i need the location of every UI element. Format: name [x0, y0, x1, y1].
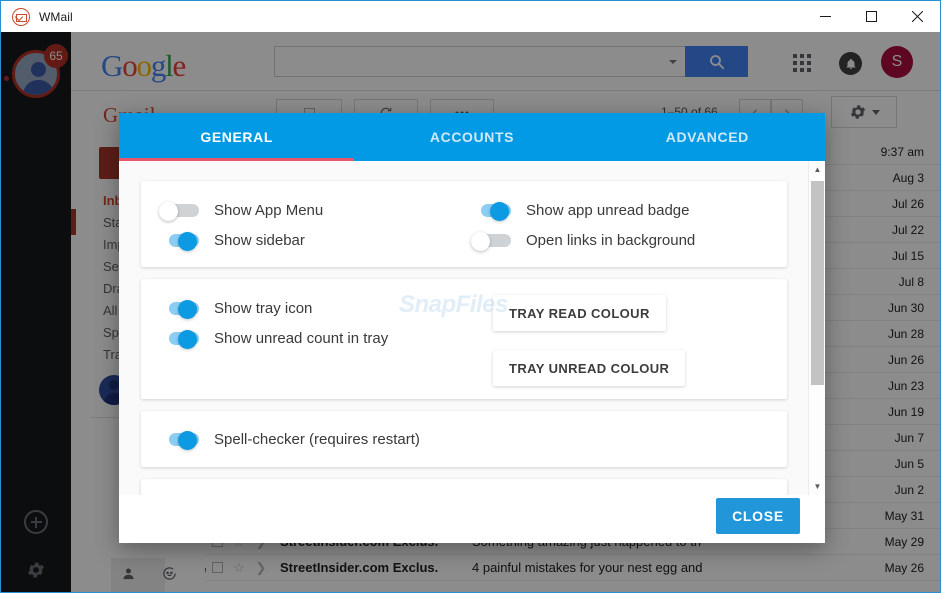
toggle-spell-checker[interactable]: [159, 430, 200, 450]
search-button[interactable]: [685, 46, 748, 77]
wmail-window: WMail 65 Google S 1–50 of 66 Sent All 9:…: [0, 0, 941, 593]
add-account-icon[interactable]: [24, 510, 48, 534]
message-date: May 31: [884, 508, 924, 523]
option-label: Show unread count in tray: [214, 329, 389, 347]
user-avatar[interactable]: S: [881, 46, 913, 78]
message-subject: 4 painful mistakes for your nest egg and: [472, 560, 703, 575]
unread-badge: 65: [44, 44, 68, 68]
notification-bell-icon[interactable]: [839, 52, 862, 75]
logo-letter: o: [122, 48, 138, 83]
chevron-down-icon[interactable]: [669, 60, 677, 64]
message-date: Jun 7: [894, 430, 924, 445]
maximize-button[interactable]: [848, 1, 894, 32]
toggle-show-unread-count-in-tray[interactable]: [159, 329, 200, 349]
message-date: Jun 23: [887, 378, 924, 393]
logo-letter: G: [101, 48, 123, 83]
minimize-button[interactable]: [802, 1, 848, 32]
avatar-body: [23, 80, 54, 95]
message-date: May 29: [884, 534, 924, 549]
logo-letter: l: [165, 48, 174, 83]
close-settings-button[interactable]: CLOSE: [716, 498, 800, 534]
settings-group-notifications: Show new mail notifications: [141, 479, 787, 495]
message-date: Jul 8: [898, 274, 924, 289]
chevron-down-icon[interactable]: [871, 109, 880, 115]
sidebar-indicator-dot: [4, 76, 9, 81]
apps-grid-icon[interactable]: [793, 54, 811, 72]
option-open-links-in-background[interactable]: Open links in background: [471, 225, 695, 255]
star-icon[interactable]: ☆: [228, 560, 250, 576]
message-sender: StreetInsider.com Exclus.: [280, 560, 439, 575]
avatar-head: [31, 62, 46, 77]
window-title: WMail: [39, 9, 73, 24]
gmail-header: Google S: [71, 32, 940, 91]
message-date: Jun 28: [887, 326, 924, 341]
message-date: Jun 19: [887, 404, 924, 419]
option-show-tray-icon[interactable]: Show tray icon: [159, 293, 312, 323]
chat-icon[interactable]: [162, 566, 177, 586]
message-date: Jun 26: [887, 352, 924, 367]
toggle-show-app-unread-badge[interactable]: [471, 201, 512, 221]
settings-footer: CLOSE: [119, 495, 825, 543]
option-label: Spell-checker (requires restart): [214, 430, 420, 448]
google-logo: Google: [101, 48, 187, 84]
settings-group-display: Show App Menu Show sidebar Show app unre…: [141, 181, 787, 267]
scroll-up-icon[interactable]: ▲: [809, 161, 826, 178]
tab-advanced[interactable]: ADVANCED: [590, 113, 825, 161]
option-label: Show sidebar: [214, 231, 305, 249]
window-controls: [802, 1, 940, 32]
option-show-app-unread-badge[interactable]: Show app unread badge: [471, 195, 689, 225]
search-input[interactable]: [274, 46, 686, 77]
message-date: Jun 5: [894, 456, 924, 471]
tab-general[interactable]: GENERAL: [119, 113, 354, 161]
option-show-sidebar[interactable]: Show sidebar: [159, 225, 305, 255]
settings-group-tray: Show tray icon Show unread count in tray…: [141, 279, 787, 399]
toggle-show-app-menu[interactable]: [159, 201, 200, 221]
option-label: Open links in background: [526, 231, 696, 249]
option-label: Show tray icon: [214, 299, 313, 317]
logo-letter: e: [172, 48, 187, 83]
unread-marker: [71, 209, 76, 235]
message-date: Jul 26: [891, 196, 924, 211]
avatar-head: [109, 380, 119, 390]
settings-scrollbar[interactable]: ▲ ▼: [808, 161, 825, 495]
option-show-unread-count-in-tray[interactable]: Show unread count in tray: [159, 323, 388, 353]
option-spell-checker[interactable]: Spell-checker (requires restart): [159, 424, 420, 454]
message-date: Jul 15: [891, 248, 924, 263]
person-icon[interactable]: [121, 566, 136, 586]
toggle-show-sidebar[interactable]: [159, 231, 200, 251]
tray-unread-colour-button[interactable]: TRAY UNREAD COLOUR: [493, 350, 686, 386]
gmail-settings-button[interactable]: [831, 96, 897, 128]
message-date: May 26: [884, 560, 924, 575]
scrollbar-thumb[interactable]: [811, 181, 824, 385]
wmail-sidebar: 65: [1, 32, 71, 592]
envelope-circle-icon: [12, 7, 30, 26]
chat-bottom-icons: [121, 566, 218, 586]
logo-letter: o: [136, 48, 153, 83]
tab-accounts[interactable]: ACCOUNTS: [354, 113, 589, 161]
table-row[interactable]: ☆ ❯ StreetInsider.com Exclus. 4 painful …: [206, 555, 940, 581]
option-label: Show app unread badge: [526, 201, 690, 219]
row-checkbox[interactable]: [206, 562, 228, 573]
settings-group-spellchecker: Spell-checker (requires restart): [141, 411, 787, 467]
close-button[interactable]: [894, 1, 940, 32]
message-date: Jul 22: [891, 222, 924, 237]
settings-dialog: GENERAL ACCOUNTS ADVANCED Show App Menu: [119, 113, 825, 543]
toggle-open-links-in-background[interactable]: [471, 231, 512, 251]
message-date: Jun 2: [894, 482, 924, 497]
toggle-show-tray-icon[interactable]: [159, 299, 200, 319]
settings-tab-bar: GENERAL ACCOUNTS ADVANCED: [119, 113, 825, 161]
important-icon[interactable]: ❯: [250, 560, 272, 576]
option-label: Show App Menu: [214, 201, 324, 219]
title-bar: WMail: [1, 1, 940, 32]
tray-read-colour-button[interactable]: TRAY READ COLOUR: [493, 295, 666, 331]
message-date: Jun 30: [887, 300, 924, 315]
option-show-app-menu[interactable]: Show App Menu: [159, 195, 323, 225]
logo-letter: g: [150, 48, 167, 83]
message-date: Aug 3: [892, 170, 924, 185]
gear-icon[interactable]: [24, 558, 48, 582]
message-date: 9:37 am: [880, 144, 924, 159]
scroll-down-icon[interactable]: ▼: [809, 478, 826, 495]
settings-content: Show App Menu Show sidebar Show app unre…: [119, 161, 825, 495]
